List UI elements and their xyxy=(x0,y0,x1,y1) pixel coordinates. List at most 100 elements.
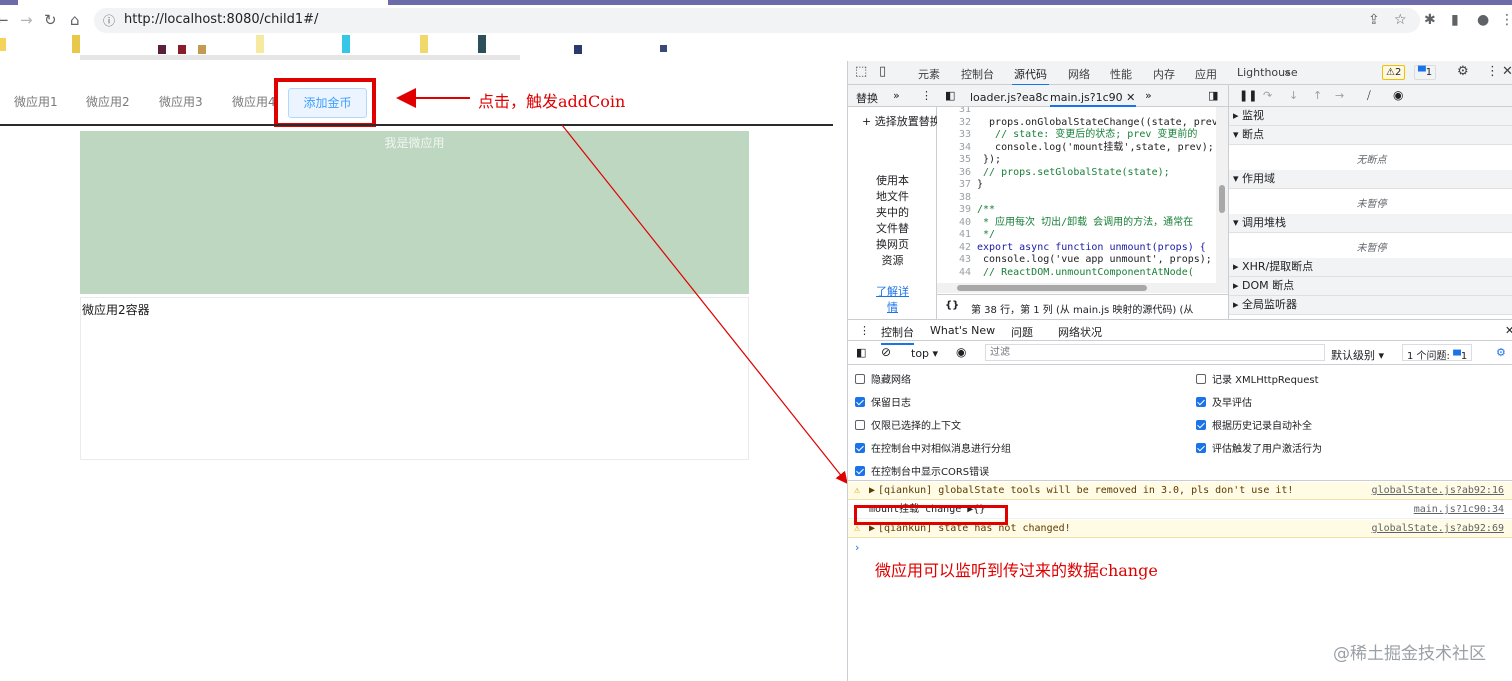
tab-performance[interactable]: 性能 xyxy=(1110,66,1132,82)
debugger-section-header[interactable]: ▸ XHR/提取断点 xyxy=(1229,258,1512,277)
tab-network[interactable]: 网络 xyxy=(1068,66,1090,82)
settings-gear-icon[interactable]: ⚙ xyxy=(1457,64,1469,79)
line-number[interactable]: 42 xyxy=(937,241,971,254)
code-line[interactable]: 36 // props.setGlobalState(state); xyxy=(937,166,1216,179)
issues-counter[interactable]: 1 个问题: ▀1 xyxy=(1402,344,1473,362)
close-drawer-icon[interactable]: ✕ xyxy=(1505,324,1512,337)
line-number[interactable]: 32 xyxy=(937,116,971,129)
log-level-selector[interactable]: 默认级别 ▾ xyxy=(1331,347,1384,363)
file-tab-loader[interactable]: loader.js?ea8c xyxy=(970,91,1048,104)
tab-application[interactable]: 应用 xyxy=(1195,66,1217,82)
step-over-icon[interactable]: ↷ xyxy=(1263,89,1272,102)
line-number[interactable]: 43 xyxy=(937,253,971,266)
drawer-tab-network-conditions[interactable]: 网络状况 xyxy=(1058,324,1102,340)
learn-more-link[interactable]: 了解详 情 xyxy=(870,284,915,316)
devtools-menu-icon[interactable]: ⋮ xyxy=(1486,64,1499,79)
inspect-icon[interactable]: ⬚ xyxy=(855,64,867,79)
drawer-tab-issues[interactable]: 问题 xyxy=(1011,324,1033,340)
checkbox-checked-icon[interactable] xyxy=(1196,397,1206,407)
close-devtools-icon[interactable]: ✕ xyxy=(1502,64,1512,79)
code-line[interactable]: 44 // ReactDOM.unmountComponentAtNode( xyxy=(937,266,1216,279)
nav-menu-icon[interactable]: ⋮ xyxy=(921,89,932,102)
debugger-section-header[interactable]: ▾ 作用域 xyxy=(1229,170,1512,189)
step-icon[interactable]: → xyxy=(1335,89,1344,102)
console-setting-checkbox[interactable]: 保留日志 xyxy=(855,394,911,409)
tab-elements[interactable]: 元素 xyxy=(918,66,940,82)
console-setting-checkbox[interactable]: 在控制台中对相似消息进行分组 xyxy=(855,440,1011,455)
line-number[interactable]: 34 xyxy=(937,141,971,154)
tab-console[interactable]: 控制台 xyxy=(961,66,994,82)
debugger-section-header[interactable]: ▸ 全局监听器 xyxy=(1229,296,1512,315)
code-line[interactable]: 43 console.log('vue app unmount', props)… xyxy=(937,253,1216,266)
checkbox-checked-icon[interactable] xyxy=(855,466,865,476)
warnings-badge[interactable]: ⚠2 xyxy=(1382,65,1406,80)
console-setting-checkbox[interactable]: 仅限已选择的上下文 xyxy=(855,417,961,432)
toggle-navigator-icon[interactable]: ◧ xyxy=(945,89,955,102)
tab-memory[interactable]: 内存 xyxy=(1153,66,1175,82)
drawer-menu-icon[interactable]: ⋮ xyxy=(859,324,870,337)
toggle-debugger-icon[interactable]: ◨ xyxy=(1208,89,1218,102)
console-setting-checkbox[interactable]: 根据历史记录自动补全 xyxy=(1196,417,1312,432)
v-scrollbar[interactable] xyxy=(1216,107,1228,287)
console-message-source-link[interactable]: globalState.js?ab92:16 xyxy=(1372,482,1504,500)
expand-right-icon[interactable]: ▶ xyxy=(869,482,875,500)
pause-on-exceptions-icon[interactable]: ◉ xyxy=(1393,88,1403,102)
line-number[interactable]: 39 xyxy=(937,203,971,216)
messages-badge[interactable]: ▀1 xyxy=(1414,65,1437,80)
step-out-icon[interactable]: ↑ xyxy=(1313,89,1322,102)
line-number[interactable]: 38 xyxy=(937,191,971,204)
console-filter-input[interactable] xyxy=(985,344,1325,361)
line-number[interactable]: 44 xyxy=(937,266,971,279)
debugger-section-header[interactable]: ▾ 调用堆栈 xyxy=(1229,214,1512,233)
line-number[interactable]: 40 xyxy=(937,216,971,229)
code-line[interactable]: 34 console.log('mount挂载',state, prev); xyxy=(937,141,1216,154)
close-tab-icon[interactable]: ✕ xyxy=(1126,91,1135,104)
pretty-print-icon[interactable]: {} xyxy=(945,300,959,311)
live-expression-eye-icon[interactable]: ◉ xyxy=(956,345,966,359)
code-line[interactable]: 33 // state: 变更后的状态; prev 变更前的 xyxy=(937,128,1216,141)
checkbox-empty-icon[interactable] xyxy=(855,420,865,430)
console-setting-checkbox[interactable]: 记录 XMLHttpRequest xyxy=(1196,371,1319,386)
checkbox-empty-icon[interactable] xyxy=(1196,374,1206,384)
sidebar-toggle-icon[interactable]: ◧ xyxy=(856,346,866,359)
more-tabs-icon[interactable]: » xyxy=(1284,66,1291,79)
select-folder-link[interactable]: + 选择放置替换 xyxy=(862,113,937,129)
debugger-section-header[interactable]: ▸ DOM 断点 xyxy=(1229,277,1512,296)
debugger-section-header[interactable]: ▸ 监视 xyxy=(1229,107,1512,126)
code-line[interactable]: 39 /** xyxy=(937,203,1216,216)
code-line[interactable]: 38 xyxy=(937,191,1216,204)
step-into-icon[interactable]: ↓ xyxy=(1289,89,1298,102)
console-setting-checkbox[interactable]: 及早评估 xyxy=(1196,394,1252,409)
code-line[interactable]: 32 props.onGlobalStateChange((state, pre… xyxy=(937,116,1218,129)
code-line[interactable]: 42 export async function unmount(props) { xyxy=(937,241,1216,254)
device-toggle-icon[interactable]: ▯ xyxy=(879,64,886,79)
code-line[interactable]: 37} xyxy=(937,178,1216,191)
console-setting-checkbox[interactable]: 隐藏网络 xyxy=(855,371,911,386)
context-selector[interactable]: top ▾ xyxy=(911,347,938,360)
nav-more-icon[interactable]: » xyxy=(893,89,900,102)
pause-icon[interactable]: ❚❚ xyxy=(1239,89,1257,102)
console-setting-checkbox[interactable]: 评估触发了用户激活行为 xyxy=(1196,440,1322,455)
line-number[interactable]: 35 xyxy=(937,153,971,166)
console-message[interactable]: ⚠ ▶ [qiankun] globalState tools will be re… xyxy=(848,482,1512,500)
nav-tab-overrides[interactable]: 替换 xyxy=(856,90,878,106)
code-line[interactable]: 40 * 应用每次 切出/卸载 会调用的方法，通常在 xyxy=(937,216,1216,229)
console-prompt[interactable]: › xyxy=(848,541,1512,555)
checkbox-checked-icon[interactable] xyxy=(1196,420,1206,430)
line-number[interactable]: 41 xyxy=(937,228,971,241)
h-scrollbar[interactable] xyxy=(937,283,1228,293)
checkbox-checked-icon[interactable] xyxy=(855,397,865,407)
console-message-source-link[interactable]: main.js?1c90:34 xyxy=(1414,501,1504,519)
line-number[interactable]: 33 xyxy=(937,128,971,141)
console-settings-icon[interactable]: ⚙ xyxy=(1496,346,1506,359)
checkbox-checked-icon[interactable] xyxy=(855,443,865,453)
checkbox-checked-icon[interactable] xyxy=(1196,443,1206,453)
deactivate-breakpoints-icon[interactable]: ⧸ xyxy=(1367,89,1371,103)
code-line[interactable]: 35 }); xyxy=(937,153,1216,166)
clear-console-icon[interactable]: ⊘ xyxy=(881,345,891,359)
file-tabs-more-icon[interactable]: » xyxy=(1145,89,1152,102)
console-setting-checkbox[interactable]: 在控制台中显示CORS错误 xyxy=(855,463,989,478)
file-tab-main[interactable]: main.js?1c90 ✕ xyxy=(1050,91,1136,107)
debugger-section-header[interactable]: ▾ 断点 xyxy=(1229,126,1512,145)
code-line[interactable]: 41 */ xyxy=(937,228,1216,241)
